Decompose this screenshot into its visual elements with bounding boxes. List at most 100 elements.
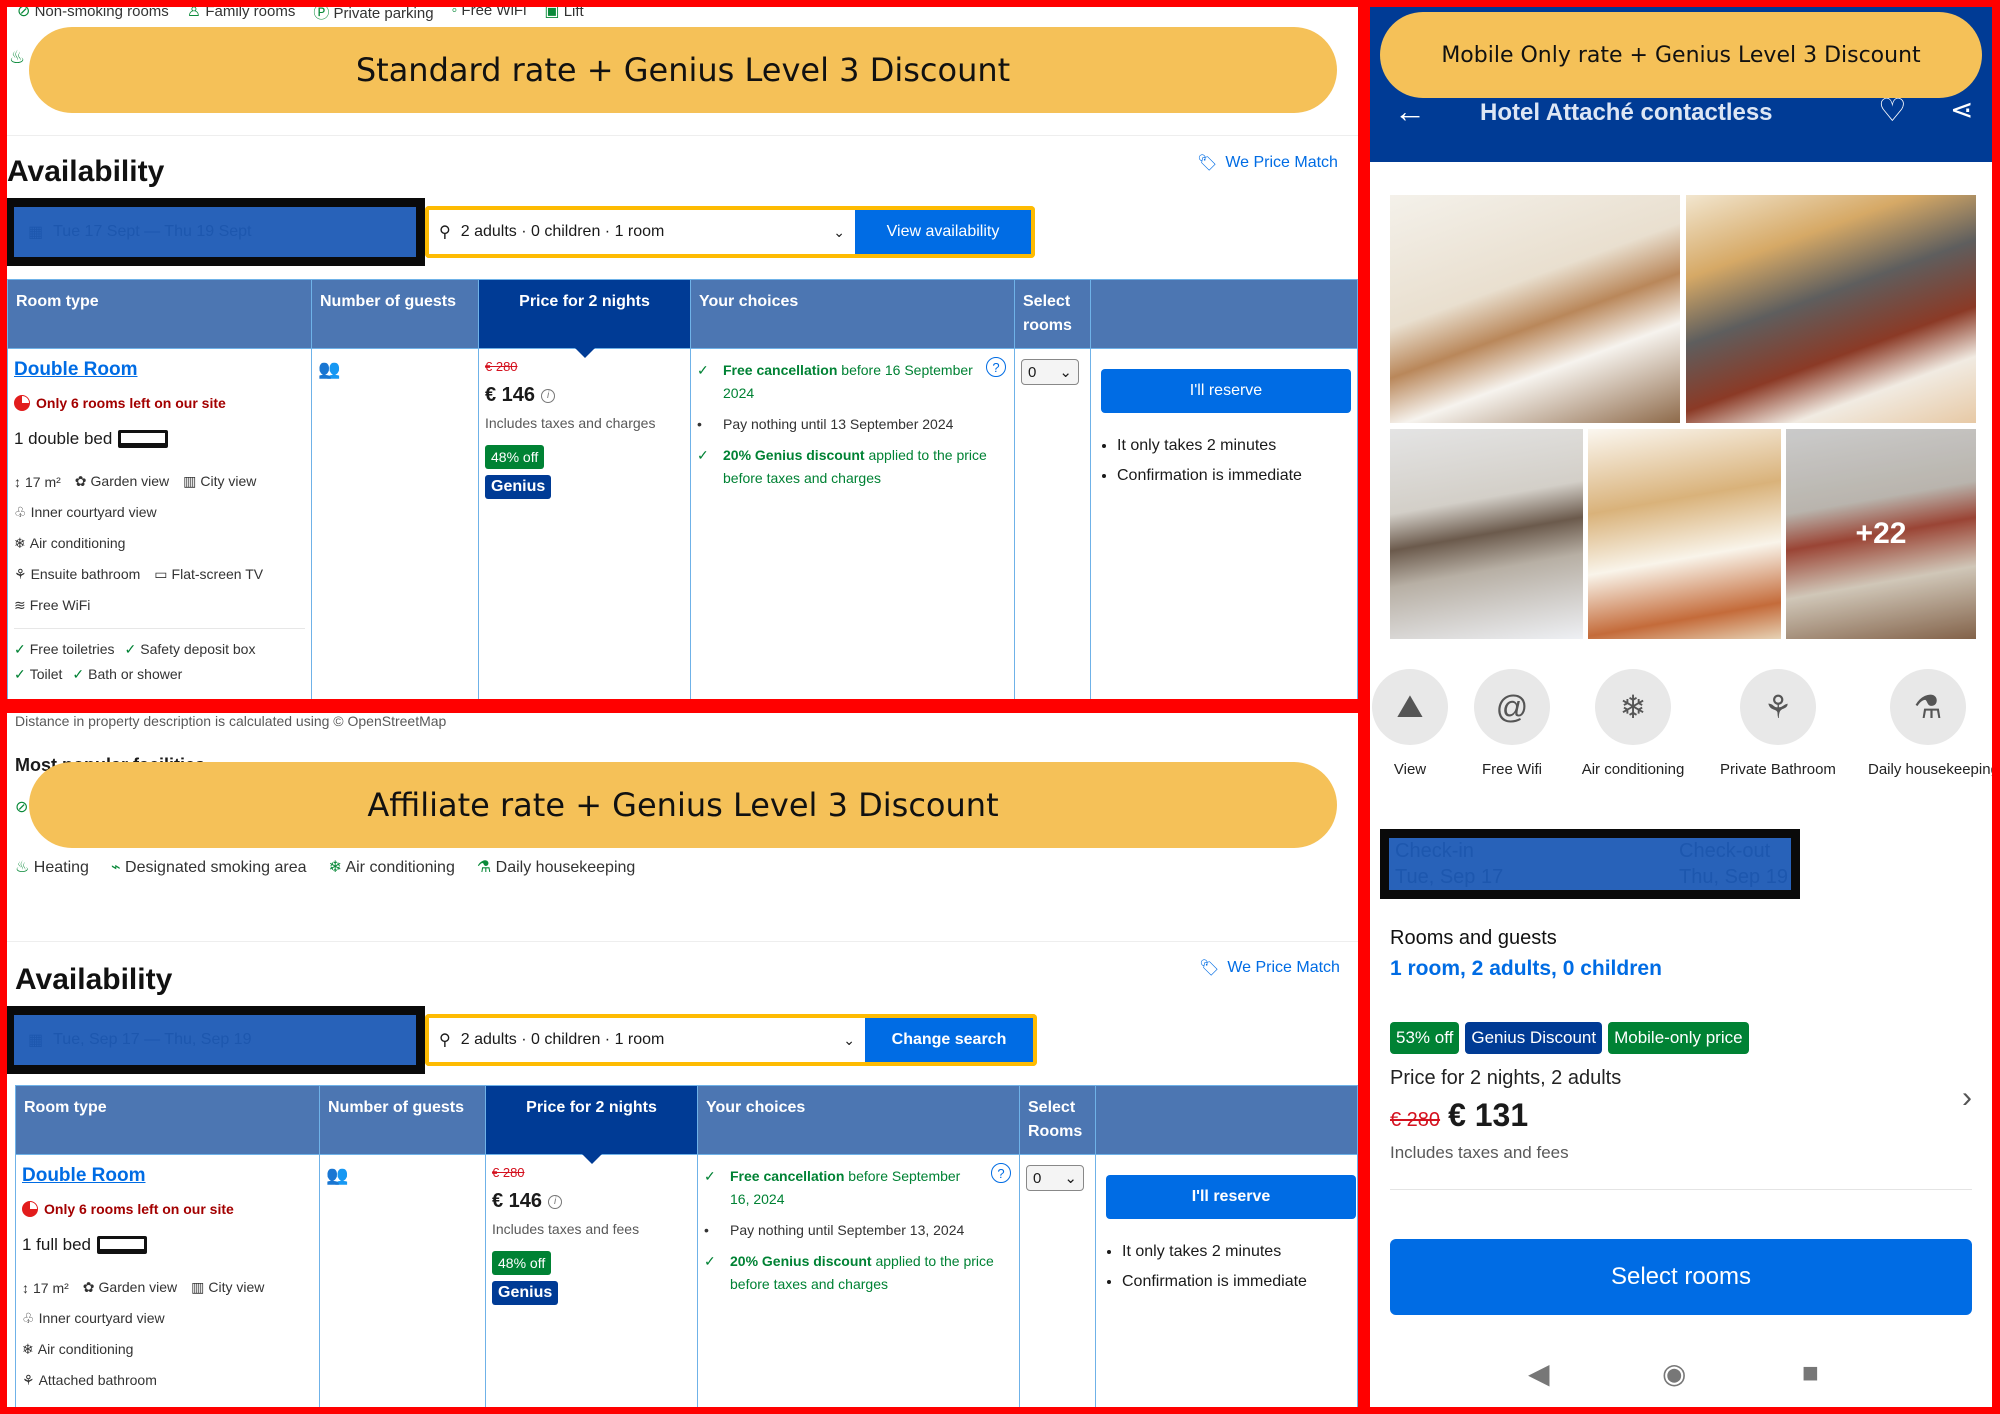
header-choices: Your choices xyxy=(690,279,1015,349)
table-row: Double Room Only 6 rooms left on our sit… xyxy=(7,348,1358,699)
nav-recents-icon[interactable]: ■ xyxy=(1802,1357,1819,1389)
spray-bottle-icon: ⚗ xyxy=(1890,669,1966,745)
room-photo[interactable] xyxy=(1390,429,1583,639)
date-picker[interactable]: ▦ Tue 17 Sept — Thu 19 Sept xyxy=(7,198,425,266)
discount-badge: 48% off xyxy=(485,445,545,469)
select-rooms-button[interactable]: Select rooms xyxy=(1390,1239,1972,1315)
guests-selector[interactable]: ⚲ 2 adults · 0 children · 1 room ⌄ xyxy=(425,1014,865,1066)
tax-note: Includes taxes and charges xyxy=(485,415,656,431)
rate-banner: Standard rate + Genius Level 3 Discount xyxy=(29,27,1337,113)
top-facilities-row: ⊘ Non-smoking rooms ♙ Family rooms Ⓟ Pri… xyxy=(17,7,584,23)
table-row: Double Room Only 6 rooms left on our sit… xyxy=(15,1154,1358,1407)
date-picker[interactable]: ▦ Tue, Sep 17 — Thu, Sep 19 xyxy=(7,1006,425,1074)
amenity-checks: ✓ Free toiletries ✓ Safety deposit box xyxy=(14,641,256,657)
scarcity-message: Only 6 rooms left on our site xyxy=(22,1201,313,1217)
pay-later: • Pay nothing until September 13, 2024 xyxy=(704,1222,965,1238)
current-price: € 146 i xyxy=(492,1190,691,1213)
reserve-button[interactable]: I'll reserve xyxy=(1101,369,1351,413)
two-guests-icon: 👥 xyxy=(318,359,340,379)
wifi-icon: ◦ xyxy=(451,7,458,19)
search-bar: ▦ Tue 17 Sept — Thu 19 Sept ⚲ 2 adults ·… xyxy=(7,198,1035,266)
room-name-link[interactable]: Double Room xyxy=(22,1165,313,1187)
info-icon[interactable]: i xyxy=(541,388,556,403)
room-photo-more[interactable]: +22 xyxy=(1786,429,1976,639)
price-match-link[interactable]: 🏷 We Price Match xyxy=(1199,958,1340,978)
tax-note: Includes taxes and fees xyxy=(1390,1143,1569,1162)
amenity-wifi: @ Free Wifi xyxy=(1452,669,1572,778)
rooms-guests-label: Rooms and guests xyxy=(1390,927,1557,949)
genius-badge: Genius Discount xyxy=(1465,1022,1603,1054)
divider xyxy=(1390,1189,1972,1190)
price-match-link[interactable]: 🏷 We Price Match xyxy=(1197,153,1338,173)
facility-row: ♧ Inner courtyard view xyxy=(14,504,157,520)
checkin-label: Check-in xyxy=(1395,840,1474,862)
free-cancellation: ✓ Free cancellation before September 16,… xyxy=(704,1165,1013,1211)
room-photo[interactable] xyxy=(1588,429,1781,639)
scarcity-icon xyxy=(22,1201,38,1217)
date-selector[interactable]: Check-in Tue, Sep 17 Check-out Thu, Sep … xyxy=(1380,829,1800,899)
view-availability-button[interactable]: View availability xyxy=(855,206,1035,258)
osm-note: Distance in property description is calc… xyxy=(15,713,447,729)
facility-row: ⚘ Ensuite bathroom ▭ Flat-screen TV xyxy=(14,566,264,582)
price-badges: 53% off Genius Discount Mobile-only pric… xyxy=(1390,1022,1749,1054)
amenity-housekeeping: ⚗ Daily housekeeping xyxy=(1868,669,1992,778)
checkout-date: Thu, Sep 19 xyxy=(1679,866,1788,888)
price-tag-icon: 🏷 xyxy=(1197,155,1218,172)
current-price: € 146 i xyxy=(485,384,684,407)
parking-icon: Ⓟ xyxy=(313,7,330,22)
smoking-area-icon: ⌁ xyxy=(110,859,121,876)
original-price: € 280 xyxy=(1390,1109,1441,1131)
room-quantity-select[interactable]: 0 ⌄ xyxy=(1026,1165,1084,1191)
discount-badge: 48% off xyxy=(492,1251,552,1275)
search-bar: ▦ Tue, Sep 17 — Thu, Sep 19 ⚲ 2 adults ·… xyxy=(7,1006,1037,1074)
pay-later: • Pay nothing until 13 September 2024 xyxy=(697,416,954,432)
scarcity-message: Only 6 rooms left on our site xyxy=(14,395,305,411)
at-sign-icon: @ xyxy=(1474,669,1550,745)
original-price: € 280 xyxy=(485,359,518,374)
guests-selector[interactable]: ⚲ 2 adults · 0 children · 1 room ⌄ xyxy=(425,206,855,258)
checkout-label: Check-out xyxy=(1679,840,1771,862)
room-name-link[interactable]: Double Room xyxy=(14,359,305,381)
mountain-icon: ⛰ xyxy=(1372,669,1448,745)
facility-row: ♧ Inner courtyard view xyxy=(22,1310,165,1326)
bed-icon xyxy=(118,430,169,448)
divider xyxy=(7,135,1358,136)
family-icon: ♙ xyxy=(186,7,202,20)
standard-rate-panel: ⊘ Non-smoking rooms ♙ Family rooms Ⓟ Pri… xyxy=(7,7,1358,699)
availability-title: Availability xyxy=(15,963,173,996)
tv-icon: ▭ xyxy=(154,566,168,582)
check-icon: ✓ xyxy=(14,641,26,657)
info-icon[interactable]: i xyxy=(548,1194,563,1209)
mobile-rate-panel: ← Hotel Attaché contactless ♡ ⋖ Mobile O… xyxy=(1370,7,1992,1407)
reserve-button[interactable]: I'll reserve xyxy=(1106,1175,1356,1219)
nav-home-icon[interactable]: ◉ xyxy=(1662,1357,1686,1390)
header-price: Price for 2 nights xyxy=(485,1085,698,1165)
room-photo[interactable] xyxy=(1686,195,1976,423)
free-cancellation: ✓ Free cancellation before 16 September … xyxy=(697,359,1008,405)
rooms-guests-value[interactable]: 1 room, 2 adults, 0 children xyxy=(1390,957,1662,981)
share-icon[interactable]: ⋖ xyxy=(1950,93,1973,126)
hotel-name: Hotel Attaché contactless xyxy=(1480,99,1773,126)
lift-icon: ▣ xyxy=(544,7,560,20)
change-search-button[interactable]: Change search xyxy=(865,1014,1037,1066)
room-quantity-select[interactable]: 0 ⌄ xyxy=(1021,359,1079,385)
rate-banner: Affiliate rate + Genius Level 3 Discount xyxy=(29,762,1337,848)
chevron-right-icon[interactable]: › xyxy=(1962,1081,1972,1115)
genius-badge: Genius xyxy=(485,475,552,499)
check-icon: ✓ xyxy=(697,447,709,463)
header-room-type: Room type xyxy=(7,279,312,349)
back-arrow-icon[interactable]: ← xyxy=(1394,93,1426,130)
help-icon[interactable]: ? xyxy=(991,1163,1011,1183)
nav-back-icon[interactable]: ◀ xyxy=(1528,1357,1550,1390)
mobile-only-badge: Mobile-only price xyxy=(1608,1022,1749,1054)
header-price: Price for 2 nights xyxy=(478,279,691,359)
header-empty xyxy=(1090,279,1358,349)
check-icon: ✓ xyxy=(704,1168,716,1184)
popular-facilities-row: ♨ Heating ⌁ Designated smoking area ❄ Ai… xyxy=(15,859,636,876)
room-photo[interactable] xyxy=(1390,195,1680,423)
help-icon[interactable]: ? xyxy=(986,357,1006,377)
spray-bottle-icon: ⚗ xyxy=(476,859,492,876)
garden-icon: ✿ xyxy=(82,1279,95,1295)
amenity-private-bathroom: ⚘ Private Bathroom xyxy=(1718,669,1838,778)
affiliate-rate-panel: Distance in property description is calc… xyxy=(7,713,1358,1407)
